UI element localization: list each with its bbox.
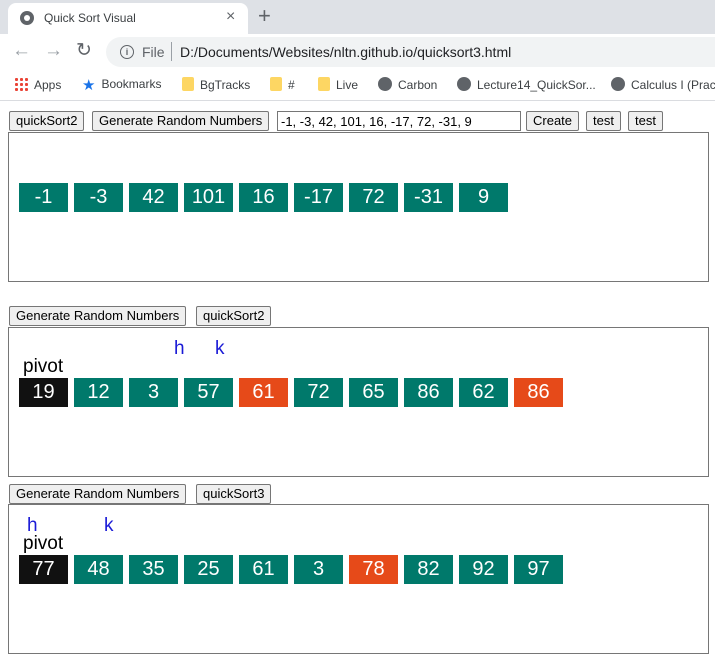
apps-icon (14, 77, 28, 91)
array-cell: -31 (404, 183, 453, 212)
array-cell: 35 (129, 555, 178, 584)
generate-random-numbers-button[interactable]: Generate Random Numbers (92, 111, 270, 131)
globe-icon (611, 77, 625, 91)
pivot-label: pivot (23, 356, 64, 377)
array-cell: 86 (404, 378, 453, 407)
globe-icon (378, 77, 392, 91)
reload-icon[interactable]: ↻ (76, 41, 92, 61)
array-panel-1: -1 -3 42 101 16 -17 72 -31 9 (8, 132, 709, 282)
forward-icon[interactable]: → (44, 41, 63, 61)
array-cell: -17 (294, 183, 343, 212)
address-bar[interactable]: i File D:/Documents/Websites/nltn.github… (106, 37, 715, 67)
array-cell: 3 (129, 378, 178, 407)
bookmark-calculus[interactable]: Calculus I (Pract (611, 77, 715, 93)
bookmark-label: Live (336, 78, 359, 92)
bookmark-carbon[interactable]: Carbon (378, 77, 437, 93)
numbers-input[interactable] (277, 111, 521, 131)
browser-tab[interactable]: Quick Sort Visual × (8, 3, 248, 34)
array-panel-2: h k pivot 19 12 3 57 61 72 65 86 62 86 (8, 327, 709, 477)
bookmark-apps[interactable]: Apps (14, 77, 61, 93)
generate-random-numbers-button[interactable]: Generate Random Numbers (9, 306, 187, 326)
test-button[interactable]: test (586, 111, 621, 131)
bookmark-label: Carbon (398, 78, 438, 92)
browser-tab-bar: Quick Sort Visual × + (0, 0, 715, 34)
url-text[interactable]: D:/Documents/Websites/nltn.github.io/qui… (180, 44, 511, 60)
array-cell: 78 (349, 555, 398, 584)
quicksort2-button[interactable]: quickSort2 (196, 306, 272, 326)
folder-icon (270, 77, 282, 91)
array-cell: 72 (349, 183, 398, 212)
create-button[interactable]: Create (526, 111, 580, 131)
array-cell: 19 (19, 378, 68, 407)
array-cell: 3 (294, 555, 343, 584)
array-cell: -3 (74, 183, 123, 212)
array-cell: 62 (459, 378, 508, 407)
test-button[interactable]: test (628, 111, 663, 131)
new-tab-button[interactable]: + (258, 3, 271, 29)
bookmark-live[interactable]: Live (318, 77, 358, 93)
array-cell: 77 (19, 555, 68, 584)
folder-icon (182, 77, 194, 91)
array-cell: 57 (184, 378, 233, 407)
globe-icon (457, 77, 471, 91)
array-cell: 86 (514, 378, 563, 407)
bookmark-bgtracks[interactable]: BgTracks (182, 77, 250, 93)
array-cell: 101 (184, 183, 233, 212)
array-cell: 9 (459, 183, 508, 212)
bookmark-label: # (288, 78, 295, 92)
browser-toolbar: ← → ↻ i File D:/Documents/Websites/nltn.… (0, 34, 715, 70)
k-marker: k (215, 338, 225, 359)
bookmark-label: BgTracks (200, 78, 251, 92)
bookmark-label: Calculus I (Pract (631, 78, 715, 92)
bookmarks-bar: Apps ★ Bookmarks BgTracks # Live Carbon L… (0, 70, 715, 101)
array-cell: 65 (349, 378, 398, 407)
quicksort2-button[interactable]: quickSort2 (9, 111, 85, 131)
k-marker: k (104, 515, 114, 536)
url-scheme: File (142, 44, 165, 60)
close-icon[interactable]: × (226, 8, 235, 26)
info-icon[interactable]: i (120, 45, 134, 59)
generate-random-numbers-button[interactable]: Generate Random Numbers (9, 484, 187, 504)
array-cell: -1 (19, 183, 68, 212)
array-cell: 61 (239, 378, 288, 407)
array-cell: 92 (459, 555, 508, 584)
array-cell: 61 (239, 555, 288, 584)
bookmark-bookmarks[interactable]: ★ Bookmarks (82, 77, 161, 93)
globe-icon (20, 11, 34, 25)
bookmark-label: Apps (34, 78, 62, 92)
array-panel-3: h k pivot 77 48 35 25 61 3 78 82 92 97 (8, 504, 709, 654)
array-cell: 42 (129, 183, 178, 212)
bookmark-label: Bookmarks (101, 77, 162, 91)
bookmark-label: Lecture14_QuickSor... (477, 78, 596, 92)
quicksort3-button[interactable]: quickSort3 (196, 484, 272, 504)
back-icon[interactable]: ← (12, 41, 31, 61)
array-cell: 82 (404, 555, 453, 584)
pivot-label: pivot (23, 533, 64, 554)
star-icon: ★ (82, 77, 96, 94)
array-cell: 97 (514, 555, 563, 584)
tab-title: Quick Sort Visual (44, 11, 136, 25)
array-cell: 48 (74, 555, 123, 584)
array-cell: 25 (184, 555, 233, 584)
array-cell: 12 (74, 378, 123, 407)
bookmark-hash[interactable]: # (270, 77, 295, 93)
array-cell: 16 (239, 183, 288, 212)
folder-icon (318, 77, 330, 91)
url-separator (171, 42, 172, 61)
array-cell: 72 (294, 378, 343, 407)
h-marker: h (174, 338, 185, 359)
bookmark-lecture14[interactable]: Lecture14_QuickSor... (457, 77, 596, 93)
